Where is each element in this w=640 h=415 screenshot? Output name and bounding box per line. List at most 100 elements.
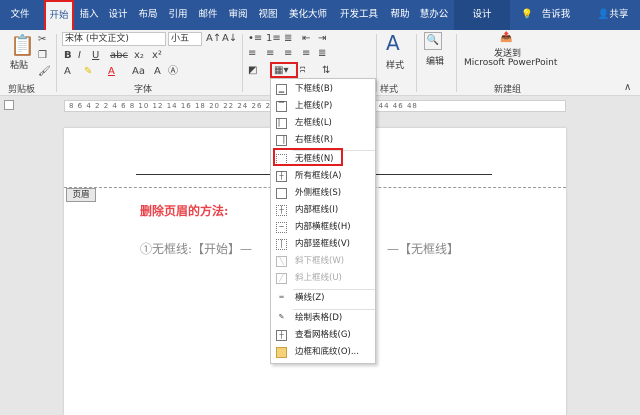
shrink-font-icon[interactable]: A↓ <box>222 33 237 45</box>
distributed-icon[interactable]: ≣ <box>318 48 326 60</box>
document-text-part1[interactable]: ①无框线:【开始】— <box>140 240 252 257</box>
tab-meihua[interactable]: 美化大师 <box>284 0 332 30</box>
tab-selector[interactable] <box>4 100 14 110</box>
tab-home[interactable]: 开始 <box>44 0 74 31</box>
format-painter-icon[interactable]: 🖌 <box>38 66 51 78</box>
group-separator <box>456 34 457 92</box>
tab-review[interactable]: 审阅 <box>224 0 252 30</box>
tab-table-design[interactable]: 设计 <box>454 0 510 30</box>
align-center-icon[interactable]: ≡ <box>266 48 274 60</box>
tab-references[interactable]: 引用 <box>164 0 192 30</box>
menu-item-all-borders[interactable]: ┼ 所有框线(A) <box>271 168 375 185</box>
paste-label[interactable]: 粘贴 <box>10 58 28 71</box>
document-heading[interactable]: 删除页眉的方法: <box>140 202 228 219</box>
increase-indent-icon[interactable]: ⇥ <box>318 33 326 45</box>
horizontal-line-icon: ═ <box>279 293 284 301</box>
outside-borders-icon <box>276 188 287 199</box>
group-separator <box>376 34 377 92</box>
menu-item-inside-borders[interactable]: ┼ 内部框线(I) <box>271 202 375 219</box>
menu-item-diagonal-down: ╲ 斜下框线(W) <box>271 253 375 270</box>
tab-layout[interactable]: 布局 <box>134 0 162 30</box>
tab-file[interactable]: 文件 <box>6 0 34 30</box>
font-group-label: 字体 <box>134 85 153 95</box>
align-right-icon[interactable]: ≡ <box>284 48 292 60</box>
copy-icon[interactable]: ❐ <box>38 50 47 62</box>
menu-item-inside-vertical[interactable]: │ 内部竖框线(V) <box>271 236 375 253</box>
menu-item-outside-borders[interactable]: 外侧框线(S) <box>271 185 375 202</box>
menu-item-bottom-border[interactable]: ▁ 下框线(B) <box>271 81 375 98</box>
menu-item-view-gridlines[interactable]: ┼ 查看网格线(G) <box>271 327 375 344</box>
collapse-ribbon-icon[interactable]: ∧ <box>624 82 631 94</box>
document-text-part2[interactable]: —【无框线】 <box>387 240 459 257</box>
draw-table-icon: ✎ <box>278 313 285 321</box>
borders-dropdown-menu: ▁ 下框线(B) ▔ 上框线(P) ▏ 左框线(L) ▕ 右框线(R) 无框线(N) ┼… <box>270 78 376 364</box>
borders-button-highlight <box>270 62 298 78</box>
shading-icon[interactable]: ◩ <box>248 65 257 77</box>
enclose-char-icon[interactable]: Ⓐ <box>168 66 178 78</box>
left-border-icon: ▏ <box>276 118 287 129</box>
char-shading-icon[interactable]: A <box>154 66 161 78</box>
font-family-select[interactable]: 宋体 (中文正文) <box>62 32 166 46</box>
tab-insert[interactable]: 插入 <box>76 0 102 30</box>
tell-me-label[interactable]: 告诉我 <box>538 0 574 30</box>
tab-help[interactable]: 帮助 <box>386 0 414 30</box>
paste-icon[interactable]: 📋 <box>10 34 35 56</box>
send-to-ppt-icon[interactable]: 📤 <box>500 32 512 44</box>
tab-mailings[interactable]: 邮件 <box>194 0 222 30</box>
multilevel-list-icon[interactable]: ≣ <box>284 33 292 45</box>
diagonal-up-border-icon: ╱ <box>276 273 287 284</box>
menu-item-right-border[interactable]: ▕ 右框线(R) <box>271 132 375 149</box>
all-borders-icon: ┼ <box>276 171 287 182</box>
lightbulb-icon[interactable]: 💡 <box>520 0 534 30</box>
superscript-icon[interactable]: x² <box>152 50 162 62</box>
share-button[interactable]: 👤共享 <box>590 0 636 30</box>
inside-borders-icon: ┼ <box>276 205 287 216</box>
share-icon: 👤 <box>597 9 610 20</box>
justify-icon[interactable]: ≡ <box>302 48 310 60</box>
underline-icon[interactable]: U <box>92 50 99 62</box>
header-tag: 页眉 <box>66 188 96 202</box>
cut-icon[interactable]: ✂ <box>38 34 46 46</box>
decrease-indent-icon[interactable]: ⇤ <box>302 33 310 45</box>
diagonal-down-border-icon: ╲ <box>276 256 287 267</box>
clipboard-group-label: 剪贴板 <box>8 85 36 95</box>
align-left-icon[interactable]: ≡ <box>248 48 256 60</box>
new-group-label: 新建组 <box>494 85 522 95</box>
strikethrough-icon[interactable]: abc <box>110 50 128 62</box>
bold-icon[interactable]: B <box>64 50 72 62</box>
tab-design[interactable]: 设计 <box>104 0 132 30</box>
font-color-icon[interactable]: A <box>108 66 115 78</box>
no-border-highlight <box>273 148 343 166</box>
styles-icon[interactable]: A <box>386 32 400 54</box>
change-case-button[interactable]: Aa <box>132 66 145 78</box>
italic-icon[interactable]: I <box>78 50 81 62</box>
tab-developer[interactable]: 开发工具 <box>334 0 384 30</box>
group-separator <box>416 34 417 92</box>
text-effects-icon[interactable]: A <box>64 66 71 78</box>
inside-vertical-border-icon: │ <box>276 239 287 250</box>
borders-shading-icon <box>276 347 287 358</box>
right-border-icon: ▕ <box>276 135 287 146</box>
menu-item-borders-shading[interactable]: 边框和底纹(O)... <box>271 344 375 361</box>
inside-horizontal-border-icon: ─ <box>276 222 287 233</box>
styles-group-label: 样式 <box>380 85 399 95</box>
sort-icon[interactable]: ⇅ <box>322 65 330 77</box>
grow-font-icon[interactable]: A↑ <box>206 33 221 45</box>
menu-item-top-border[interactable]: ▔ 上框线(P) <box>271 98 375 115</box>
font-size-select[interactable]: 小五 <box>168 32 202 46</box>
menu-item-horizontal-line[interactable]: ═ 横线(Z) <box>271 290 375 307</box>
menu-item-draw-table[interactable]: ✎ 绘制表格(D) <box>271 310 375 327</box>
highlight-color-icon[interactable]: ✎ <box>84 66 92 78</box>
tab-huibangong[interactable]: 慧办公 <box>416 0 452 30</box>
menu-item-inside-horizontal[interactable]: ─ 内部横框线(H) <box>271 219 375 236</box>
search-icon[interactable]: 🔍 <box>424 32 442 50</box>
tab-view[interactable]: 视图 <box>254 0 282 30</box>
styles-label[interactable]: 样式 <box>386 58 404 71</box>
subscript-icon[interactable]: x₂ <box>134 50 144 62</box>
chinese-layout-icon[interactable]: ʭ <box>300 65 305 77</box>
editing-label[interactable]: 编辑 <box>426 54 444 67</box>
numbering-icon[interactable]: 1≡ <box>266 33 281 45</box>
menu-item-left-border[interactable]: ▏ 左框线(L) <box>271 115 375 132</box>
powerpoint-label[interactable]: Microsoft PowerPoint <box>464 58 557 68</box>
bullets-icon[interactable]: •≡ <box>248 33 262 45</box>
